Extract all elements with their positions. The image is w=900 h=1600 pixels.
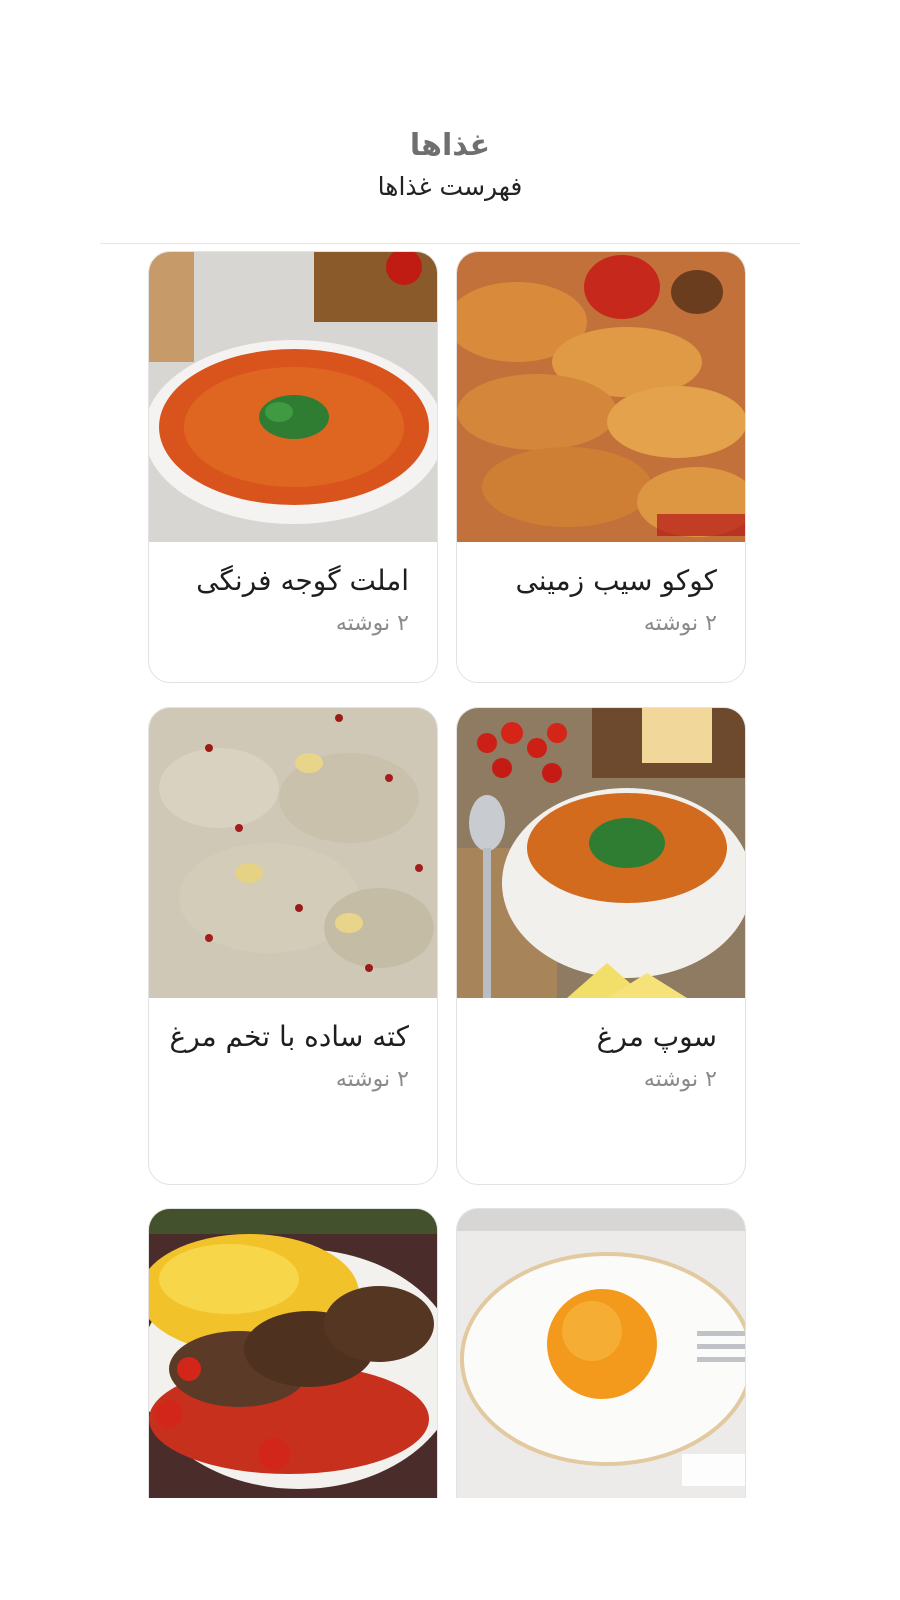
food-name: کوکو سیب زمینی ۲ نوشته [477, 558, 717, 644]
food-name: املت گوجه فرنگی ۲ نوشته [169, 558, 409, 644]
post-count: ۲ نوشته [643, 611, 717, 636]
fried-egg-image [457, 1209, 745, 1498]
page-title: غذاها [409, 128, 491, 163]
food-card-rice-with-egg[interactable]: کته ساده با تخم مرغ ۲ نوشته [148, 707, 438, 1185]
food-card-tomato-omelette[interactable]: املت گوجه فرنگی ۲ نوشته [148, 251, 438, 683]
food-card-fried-egg[interactable] [456, 1208, 746, 1498]
food-name: کته ساده با تخم مرغ ۲ نوشته [169, 1014, 409, 1100]
potato-kuku-image [457, 252, 745, 542]
food-card-chicken-soup[interactable]: سوپ مرغ ۲ نوشته [456, 707, 746, 1185]
post-count: ۲ نوشته [643, 1067, 717, 1092]
kabab-rice-image [149, 1209, 437, 1498]
rice-with-egg-image [149, 708, 437, 998]
food-card-kabab-rice[interactable] [148, 1208, 438, 1498]
food-name: سوپ مرغ ۲ نوشته [477, 1014, 717, 1100]
food-card-potato-kuku[interactable]: کوکو سیب زمینی ۲ نوشته [456, 251, 746, 683]
chicken-soup-image [457, 708, 745, 998]
page-subtitle: فهرست غذاها [377, 172, 523, 201]
post-count: ۲ نوشته [335, 1067, 409, 1092]
post-count: ۲ نوشته [335, 611, 409, 636]
tomato-omelette-image [149, 252, 437, 542]
header-divider [100, 243, 800, 244]
